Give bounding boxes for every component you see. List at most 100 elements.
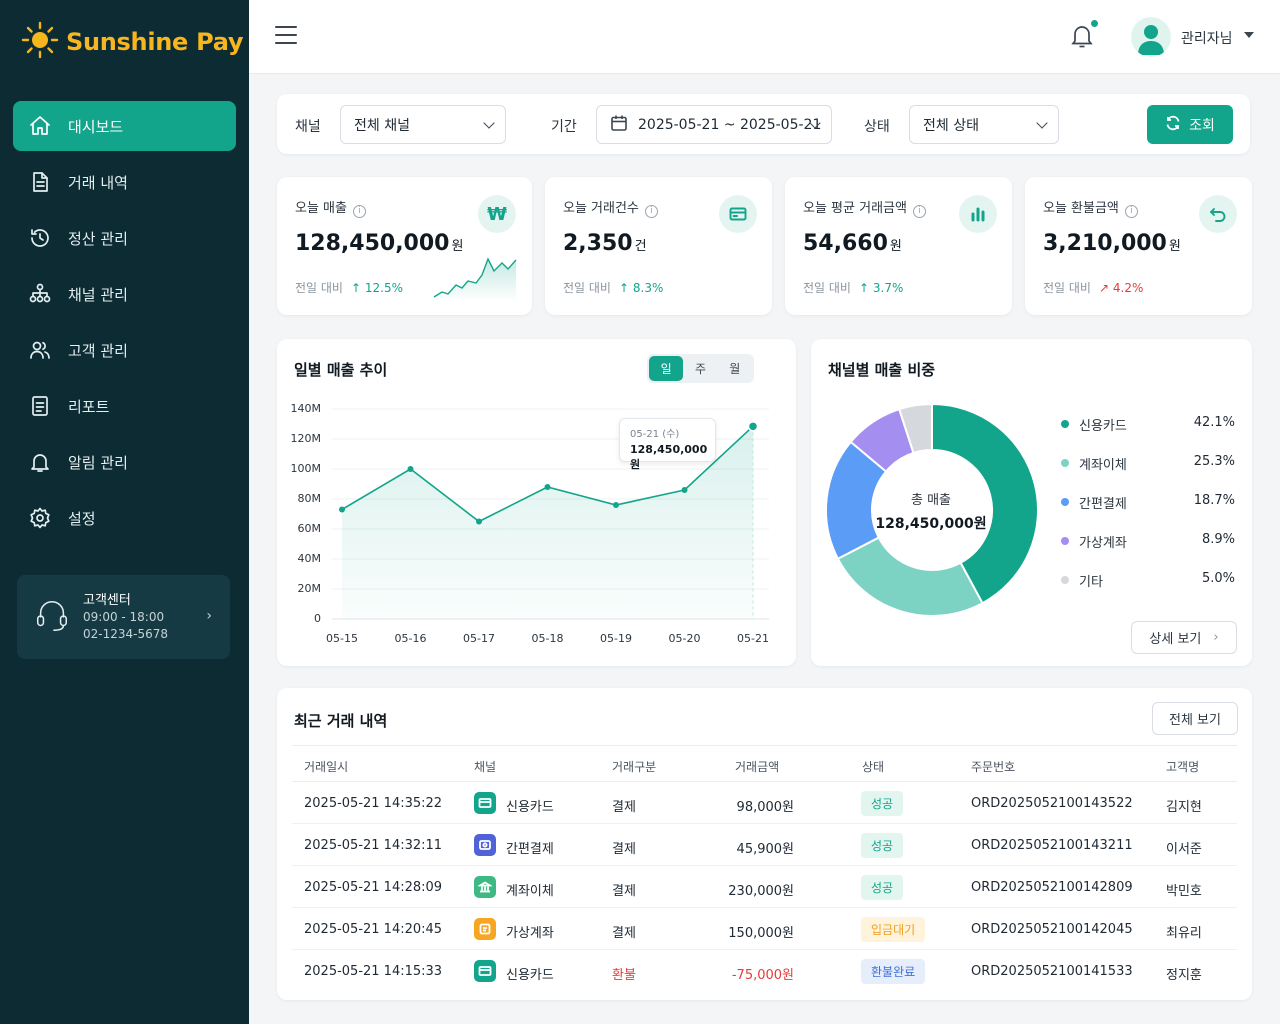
status-select[interactable]: 전체 상태 [909,105,1059,144]
info-icon[interactable]: i [1124,205,1138,218]
legend-value: 25.3% [1193,454,1235,469]
col-order: 주문번호 [971,760,1016,774]
table-row[interactable]: 2025-05-21 14:35:22 신용카드 결제 98,000원 성공 ORD202… [292,782,1237,824]
legend-item[interactable]: 기타 5.0% [1059,570,1235,590]
users-icon [27,337,53,363]
brand-logo[interactable]: Sunshine Pay [20,20,244,64]
avatar[interactable] [1131,17,1171,57]
table-row[interactable]: 2025-05-21 14:20:45 가상계좌 결제 150,000원 입금대기 ORD… [292,908,1237,950]
table-row[interactable]: 2025-05-21 14:28:09 계좌이체 결제 230,000원 성공 ORD20… [292,866,1237,908]
info-icon[interactable]: i [352,205,366,218]
kpi-card-average: 오늘 평균 거래금액 i 54,660 원 전일 대비 ↑ 3.7% [785,177,1012,315]
sidebar-item-label: 리포트 [68,397,110,416]
info-icon[interactable]: i [912,205,926,218]
status-badge: 입금대기 [861,917,926,942]
status-badge: 성공 [861,791,904,816]
cell-order-number[interactable]: ORD202505210014352​2 [971,796,1133,811]
cell-order-number[interactable]: ORD2025052100142045 [971,922,1133,937]
table-row[interactable]: 2025-05-21 14:32:11 간편결제 결제 45,900원 성공 ORD202… [292,824,1237,866]
kpi-change: 8.3% [632,281,664,295]
col-type: 거래구분 [612,760,657,774]
sidebar-item-notifications[interactable]: 알림 관리 [13,437,236,487]
data-point[interactable] [747,421,759,432]
search-button[interactable]: 조회 [1147,105,1233,144]
table-body: 2025-05-21 14:35:22 신용카드 결제 98,000원 성공 ORD202… [292,782,1237,992]
cell-order-number[interactable]: ORD2025052100141533 [971,964,1133,979]
support-title: 고객센터 [83,592,131,608]
data-point[interactable] [339,506,345,513]
cell-order-number[interactable]: ORD2025052100143211 [971,838,1133,853]
sidebar-item-label: 고객 관리 [68,341,128,360]
donut-center-value: 128,450,000원 [875,516,987,532]
cell-datetime: 2025-05-21 14:15:33 [304,964,443,979]
notification-bell-icon[interactable] [1069,20,1098,50]
chevron-right-icon: › [1213,630,1219,645]
cell-customer: 정지훈 [1166,968,1202,983]
channel-select[interactable]: 전체 채널 [340,105,506,144]
legend-item[interactable]: 가상계좌 8.9% [1059,531,1235,551]
brand-name: Sunshine Pay [66,28,244,56]
channel-filter-label: 채널 [295,119,321,135]
col-channel: 채널 [474,760,497,774]
chevron-down-icon [483,117,495,129]
sidebar-item-label: 거래 내역 [68,173,128,192]
sidebar-item-label: 대시보드 [68,117,124,136]
data-point[interactable] [613,502,619,508]
legend-swatch [1061,576,1069,584]
menu-icon[interactable] [275,26,297,48]
info-icon[interactable]: i [644,205,658,218]
sidebar-item-settings[interactable]: 설정 [13,493,236,543]
transactions-table: 거래일시 채널 거래구분 거래금액 상태 주문번호 고객명 2025-05-21… [292,745,1237,992]
cell-order-number[interactable]: ORD2025052100142809 [971,880,1133,895]
refresh-icon [1165,115,1189,135]
network-icon [27,281,53,307]
date-range-picker[interactable]: 2025-05-21 ~ 2025-05-21 [596,105,832,144]
kpi-change: 12.5% [364,281,403,295]
cell-customer: 박민호 [1166,884,1202,899]
status-badge: 환불완료 [861,959,926,984]
cell-channel: 가상계좌 [506,926,554,941]
sidebar-item-transactions[interactable]: 거래 내역 [13,157,236,207]
kpi-label: 오늘 환불금액 [1043,201,1119,216]
daily-sales-trend-card: 일별 매출 추이 일 주 월 0 20M 40M 60M 80M 100M 120M 140M… [277,339,796,666]
sidebar-item-channels[interactable]: 채널 관리 [13,269,236,319]
sidebar-item-settlement[interactable]: 정산 관리 [13,213,236,263]
channel-share-card: 채널별 매출 비중 총 매출 128,450,000원 신용카드 42.1% 계좌이… [811,339,1252,666]
arrow-up-icon: ↑ [618,281,630,295]
legend-label: 기타 [1079,575,1103,590]
arrow-up-icon: ↑ [858,281,870,295]
sidebar-item-customers[interactable]: 고객 관리 [13,325,236,375]
support-card[interactable]: 고객센터 09:00 - 18:00 02-1234-5678 › [17,575,230,659]
kpi-unit: 원 [451,239,464,254]
pie-slice[interactable] [836,536,984,617]
tooltip-value: 128,450,000원 [630,443,708,471]
data-point[interactable] [544,484,551,490]
legend-item[interactable]: 간편결제 18.7% [1059,492,1235,512]
view-all-button[interactable]: 전체 보기 [1152,702,1238,735]
data-point[interactable] [407,466,414,472]
kpi-card-count: 오늘 거래건수 i 2,350 건 전일 대비 ↑ 8.3% [545,177,772,315]
data-point[interactable] [476,518,482,525]
chevron-right-icon: › [206,608,212,624]
support-phone: 02-1234-5678 [83,626,169,641]
sidebar-item-dashboard[interactable]: 대시보드 [13,101,236,151]
kpi-value: 128,450,000 [295,231,450,256]
legend-item[interactable]: 신용카드 42.1% [1059,414,1235,434]
chevron-down-icon [1036,117,1048,129]
cell-type: 결제 [612,884,636,899]
cell-type: 결제 [612,800,636,815]
period-filter-label: 기간 [551,119,577,135]
data-point[interactable] [681,487,688,493]
cell-type: 결제 [612,842,636,857]
cell-customer: 최유리 [1166,926,1202,941]
table-row[interactable]: 2025-05-21 14:15:33 신용카드 환불 -75,000원 환불완료 ORD… [292,950,1237,992]
legend-item[interactable]: 계좌이체 25.3% [1059,453,1235,473]
sidebar-item-reports[interactable]: 리포트 [13,381,236,431]
caret-down-icon[interactable] [1244,32,1254,38]
legend-value: 5.0% [1201,571,1235,586]
kpi-card-sales: 오늘 매출 i ₩ 128,450,000 원 전일 대비 ↑ 12.5% [277,177,532,315]
detail-view-button[interactable]: 상세 보기 › [1131,621,1237,654]
user-name[interactable]: 관리자님 [1181,28,1233,48]
history-icon [27,225,53,251]
cell-datetime: 2025-05-21 14:20:45 [304,922,443,937]
